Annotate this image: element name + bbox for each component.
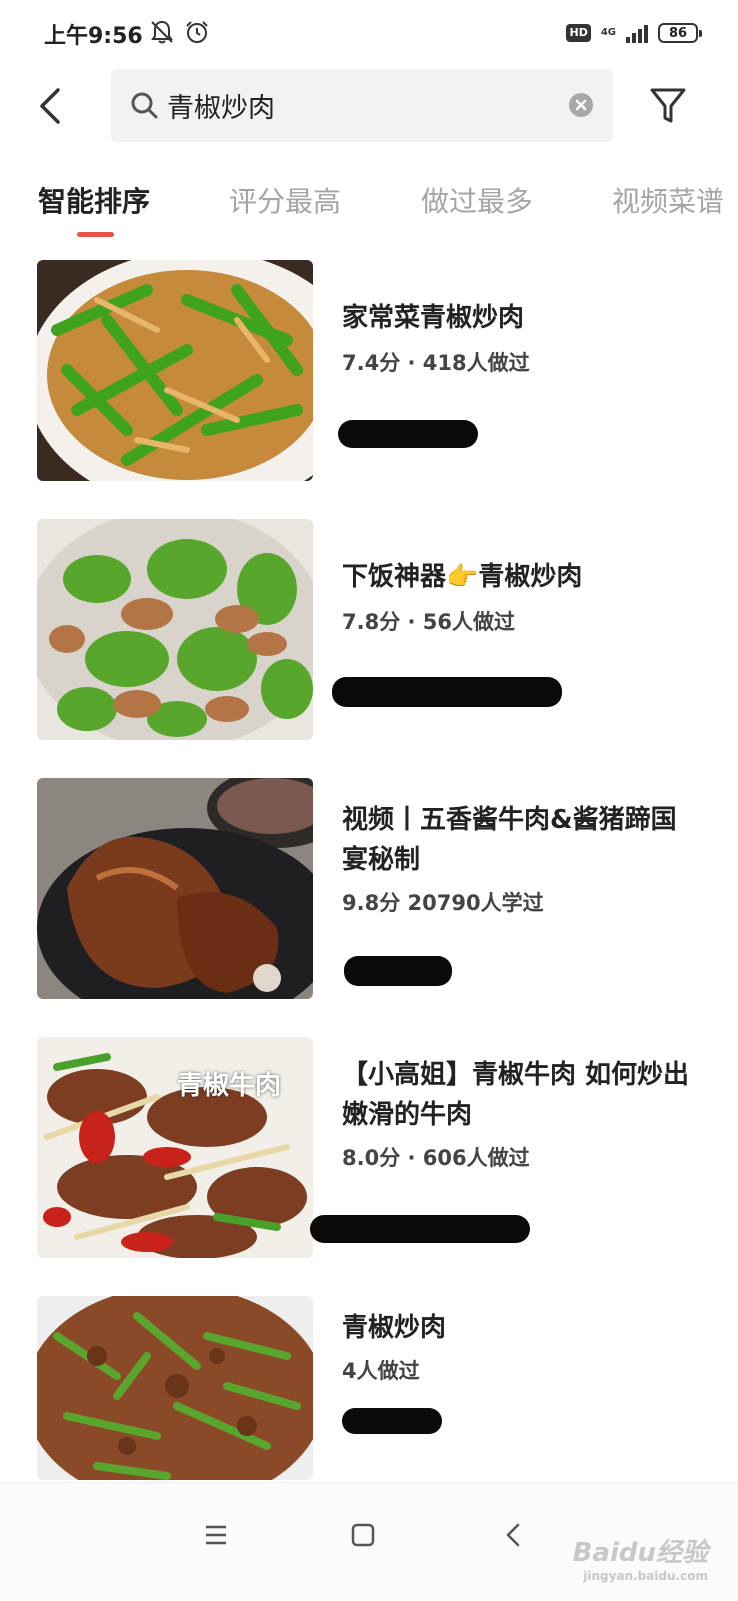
recipe-card[interactable]: 青椒牛肉 【小高姐】青椒牛肉 如何炒出嫩滑的牛肉 8.0分 · 606人做过: [0, 1037, 738, 1259]
back-icon[interactable]: [492, 1513, 536, 1557]
recipe-meta: 4人做过: [342, 1359, 420, 1383]
status-bar: 上午9:56 HD 4G 86: [0, 0, 738, 66]
network-type: 4G: [600, 27, 616, 38]
recipe-thumbnail: [37, 260, 313, 481]
recipe-meta: 7.8分 · 56人做过: [342, 610, 516, 634]
alarm-clock-icon: [186, 21, 208, 43]
recipe-title: 青椒炒肉: [342, 1313, 447, 1343]
author-redacted: [332, 677, 572, 707]
signal-icon: [626, 23, 648, 43]
tab-most-made[interactable]: 做过最多: [421, 180, 533, 220]
status-time: 上午9:56: [44, 24, 143, 49]
menu-icon[interactable]: [194, 1513, 238, 1557]
home-square-icon[interactable]: [341, 1513, 385, 1557]
author-redacted: [342, 1408, 442, 1438]
search-input[interactable]: [167, 85, 547, 125]
status-indicators: HD 4G 86: [566, 20, 702, 46]
author-redacted: [310, 1215, 562, 1245]
system-nav-bar: Baidu经验 jingyan.baidu.com: [0, 1482, 738, 1601]
recipe-thumbnail: [37, 1296, 313, 1480]
author-redacted: [338, 420, 482, 450]
tab-highest-rated[interactable]: 评分最高: [229, 180, 341, 220]
recipe-card[interactable]: 下饭神器👉青椒炒肉 7.8分 · 56人做过: [0, 519, 738, 741]
filter-funnel-icon[interactable]: [648, 84, 688, 128]
recipe-card[interactable]: 家常菜青椒炒肉 7.4分 · 418人做过: [0, 260, 738, 482]
recipe-title: 家常菜青椒炒肉: [342, 303, 525, 333]
recipe-thumbnail: 青椒牛肉: [37, 1037, 313, 1258]
baidu-watermark: Baidu经验 jingyan.baidu.com: [573, 1532, 708, 1583]
hd-badge: HD: [566, 24, 591, 42]
recipe-meta: 7.4分 · 418人做过: [342, 351, 530, 375]
recipe-title: 【小高姐】青椒牛肉 如何炒出嫩滑的牛肉: [342, 1060, 690, 1130]
mute-bell-icon: [151, 20, 173, 44]
recipe-thumbnail: [37, 778, 313, 999]
recipe-title: 下饭神器👉青椒炒肉: [342, 562, 583, 592]
clear-icon[interactable]: [569, 93, 593, 117]
recipe-card[interactable]: 视频丨五香酱牛肉&酱猪蹄国宴秘制 9.8分 20790人学过: [0, 778, 738, 1000]
thumbnail-caption: 青椒牛肉: [177, 1071, 282, 1101]
author-redacted: [342, 956, 452, 986]
sort-tabs: 智能排序 评分最高 做过最多 视频菜谱: [0, 172, 738, 242]
tab-smart-sort[interactable]: 智能排序: [38, 180, 150, 220]
search-icon: [131, 92, 158, 119]
back-arrow-icon[interactable]: [30, 82, 74, 130]
battery-level: 86: [668, 25, 688, 41]
recipe-meta: 8.0分 · 606人做过: [342, 1146, 530, 1170]
battery-icon: 86: [658, 23, 702, 43]
active-tab-indicator: [77, 232, 114, 237]
recipe-meta: 9.8分 20790人学过: [342, 891, 544, 915]
watermark-brand: Baidu经验: [572, 1538, 708, 1568]
recipe-title: 视频丨五香酱牛肉&酱猪蹄国宴秘制: [342, 805, 677, 875]
search-bar[interactable]: [111, 69, 613, 142]
watermark-url: jingyan.baidu.com: [583, 1569, 708, 1583]
recipe-thumbnail: [37, 519, 313, 740]
tab-video-recipes[interactable]: 视频菜谱: [612, 180, 724, 220]
